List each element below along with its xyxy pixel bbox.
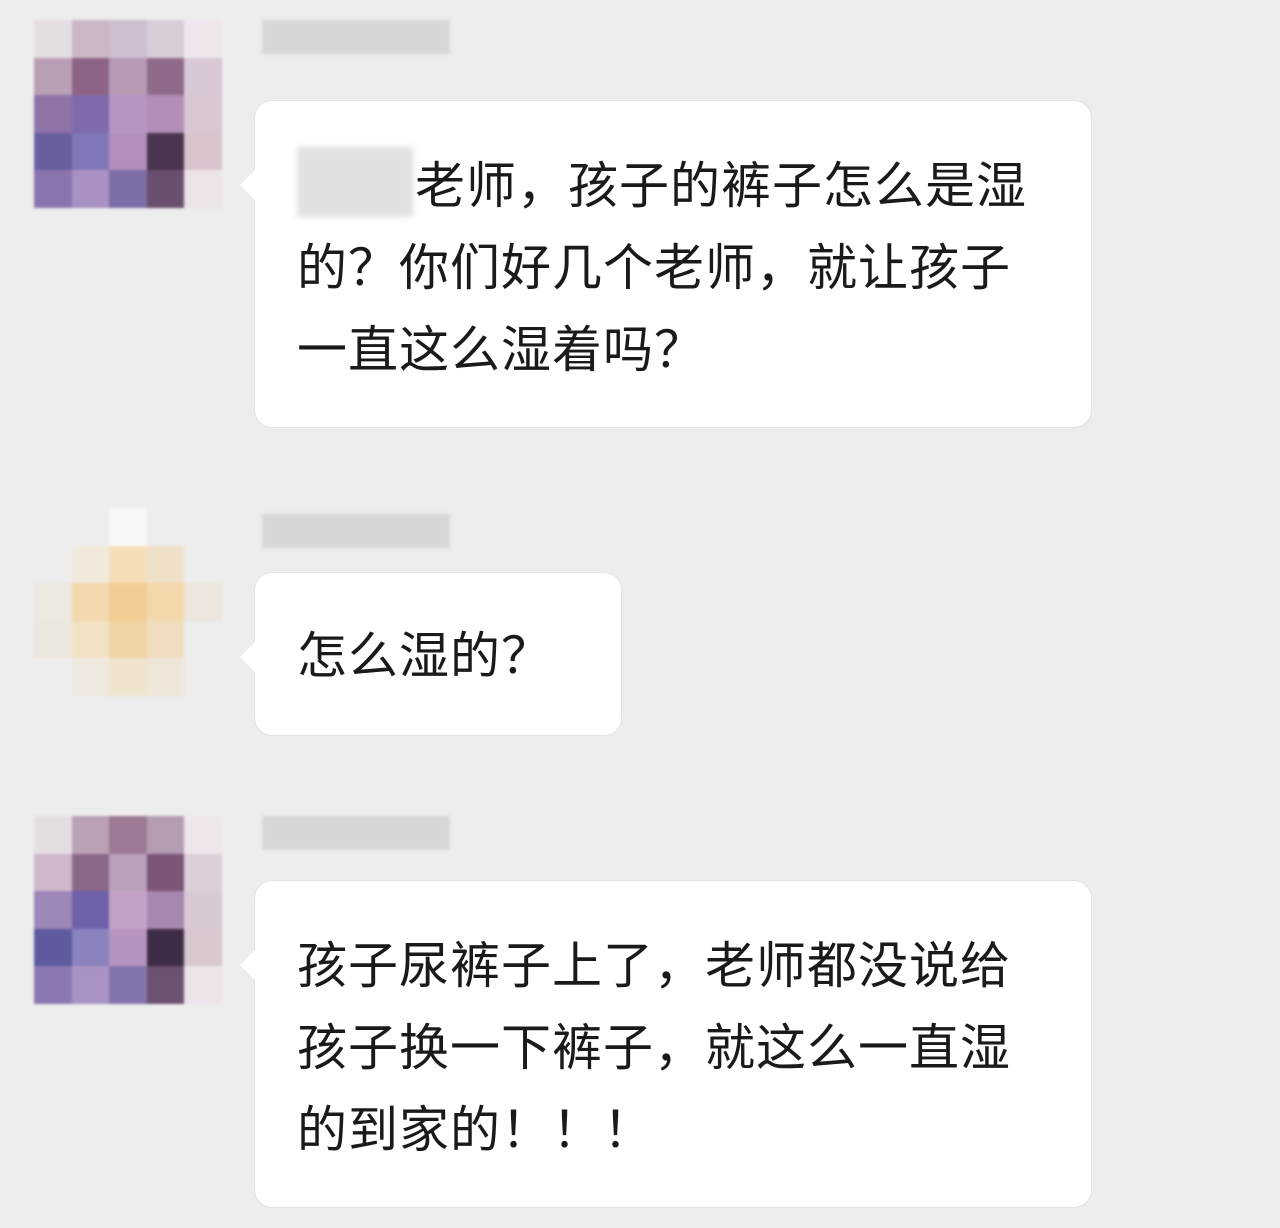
avatar-mosaic-pixel xyxy=(146,57,185,96)
avatar-mosaic-pixel xyxy=(184,966,222,1004)
avatar-mosaic-pixel xyxy=(184,816,222,854)
avatar-mosaic-pixel xyxy=(71,620,110,659)
avatar-mosaic-pixel xyxy=(109,928,147,967)
avatar-mosaic-pixel xyxy=(34,508,72,546)
avatar-mosaic-pixel xyxy=(34,132,72,171)
avatar-mosaic-pixel xyxy=(184,57,222,96)
avatar-mosaic-pixel xyxy=(184,508,222,546)
avatar-mosaic-pixel xyxy=(146,95,185,133)
message-text: 孩子尿裤子上了，老师都没说给孩子换一下裤子，就这么一直湿的到家的！！！ xyxy=(297,937,1011,1159)
avatar-mosaic-pixel xyxy=(109,583,147,621)
avatar-mosaic-pixel xyxy=(34,891,72,929)
avatar[interactable] xyxy=(34,816,222,1004)
avatar-mosaic-pixel xyxy=(34,658,72,696)
avatar-mosaic-pixel xyxy=(184,853,222,892)
avatar-mosaic-pixel xyxy=(71,95,110,133)
avatar-mosaic-pixel xyxy=(184,170,222,208)
avatar-mosaic-pixel xyxy=(109,57,147,96)
sender-name-redacted xyxy=(262,20,450,54)
sender-name-redacted xyxy=(262,514,450,548)
avatar-mosaic-pixel xyxy=(146,891,185,929)
avatar-mosaic-pixel xyxy=(34,928,72,967)
avatar-mosaic-pixel xyxy=(146,853,185,892)
avatar-mosaic-pixel xyxy=(109,545,147,584)
avatar[interactable] xyxy=(34,20,222,208)
avatar-mosaic-pixel xyxy=(34,20,72,58)
avatar-mosaic-pixel xyxy=(146,132,185,171)
message-text: 怎么湿的？ xyxy=(297,627,552,685)
avatar-mosaic-pixel xyxy=(146,20,185,58)
avatar-mosaic-pixel xyxy=(184,928,222,967)
avatar-mosaic-pixel xyxy=(34,816,72,854)
avatar-mosaic-pixel xyxy=(146,583,185,621)
avatar-mosaic-pixel xyxy=(71,891,110,929)
avatar-mosaic-pixel xyxy=(109,658,147,696)
sender-name-redacted xyxy=(262,816,450,850)
avatar-mosaic-pixel xyxy=(71,853,110,892)
avatar-mosaic-pixel xyxy=(34,545,72,584)
avatar-mosaic-pixel xyxy=(109,891,147,929)
avatar-mosaic-pixel xyxy=(71,545,110,584)
avatar-mosaic-pixel xyxy=(109,170,147,208)
avatar-mosaic-pixel xyxy=(184,132,222,171)
avatar-mosaic-pixel xyxy=(71,816,110,854)
avatar-mosaic-pixel xyxy=(34,966,72,1004)
avatar-mosaic-pixel xyxy=(34,853,72,892)
avatar-mosaic-pixel xyxy=(71,658,110,696)
avatar-mosaic-pixel xyxy=(146,620,185,659)
avatar-mosaic-pixel xyxy=(184,20,222,58)
redacted-name xyxy=(297,147,413,217)
avatar-mosaic-pixel xyxy=(34,57,72,96)
avatar-mosaic-pixel xyxy=(34,620,72,659)
avatar-mosaic-pixel xyxy=(71,966,110,1004)
message-bubble[interactable]: 怎么湿的？ xyxy=(240,572,622,736)
message-bubble[interactable]: 孩子尿裤子上了，老师都没说给孩子换一下裤子，就这么一直湿的到家的！！！ xyxy=(240,880,1092,1208)
avatar-mosaic-pixel xyxy=(71,928,110,967)
chat-window: 老师，孩子的裤子怎么是湿的？你们好几个老师，就让孩子一直这么湿着吗？ 怎么湿的？… xyxy=(0,0,1280,1228)
avatar-mosaic-pixel xyxy=(146,816,185,854)
avatar-mosaic-pixel xyxy=(71,57,110,96)
avatar-mosaic-pixel xyxy=(109,853,147,892)
message-bubble[interactable]: 老师，孩子的裤子怎么是湿的？你们好几个老师，就让孩子一直这么湿着吗？ xyxy=(240,100,1092,428)
avatar-mosaic-pixel xyxy=(109,20,147,58)
avatar-mosaic-pixel xyxy=(146,658,185,696)
avatar-mosaic-pixel xyxy=(109,508,147,546)
avatar-mosaic-pixel xyxy=(146,966,185,1004)
avatar-mosaic-pixel xyxy=(184,545,222,584)
avatar-mosaic-pixel xyxy=(34,583,72,621)
avatar-mosaic-pixel xyxy=(109,620,147,659)
avatar[interactable] xyxy=(34,508,222,696)
avatar-mosaic-pixel xyxy=(146,170,185,208)
avatar-mosaic-pixel xyxy=(71,170,110,208)
avatar-mosaic-pixel xyxy=(109,816,147,854)
avatar-mosaic-pixel xyxy=(71,20,110,58)
avatar-mosaic-pixel xyxy=(146,928,185,967)
avatar-mosaic-pixel xyxy=(71,508,110,546)
avatar-mosaic-pixel xyxy=(146,545,185,584)
message-text: 老师，孩子的裤子怎么是湿的？你们好几个老师，就让孩子一直这么湿着吗？ xyxy=(297,145,1051,391)
avatar-mosaic-pixel xyxy=(146,508,185,546)
avatar-mosaic-pixel xyxy=(34,170,72,208)
avatar-mosaic-pixel xyxy=(184,620,222,659)
avatar-mosaic-pixel xyxy=(109,95,147,133)
avatar-mosaic-pixel xyxy=(184,891,222,929)
avatar-mosaic-pixel xyxy=(184,658,222,696)
avatar-mosaic-pixel xyxy=(184,95,222,133)
avatar-mosaic-pixel xyxy=(109,966,147,1004)
avatar-mosaic-pixel xyxy=(109,132,147,171)
avatar-mosaic-pixel xyxy=(34,95,72,133)
avatar-mosaic-pixel xyxy=(71,132,110,171)
avatar-mosaic-pixel xyxy=(71,583,110,621)
avatar-mosaic-pixel xyxy=(184,583,222,621)
